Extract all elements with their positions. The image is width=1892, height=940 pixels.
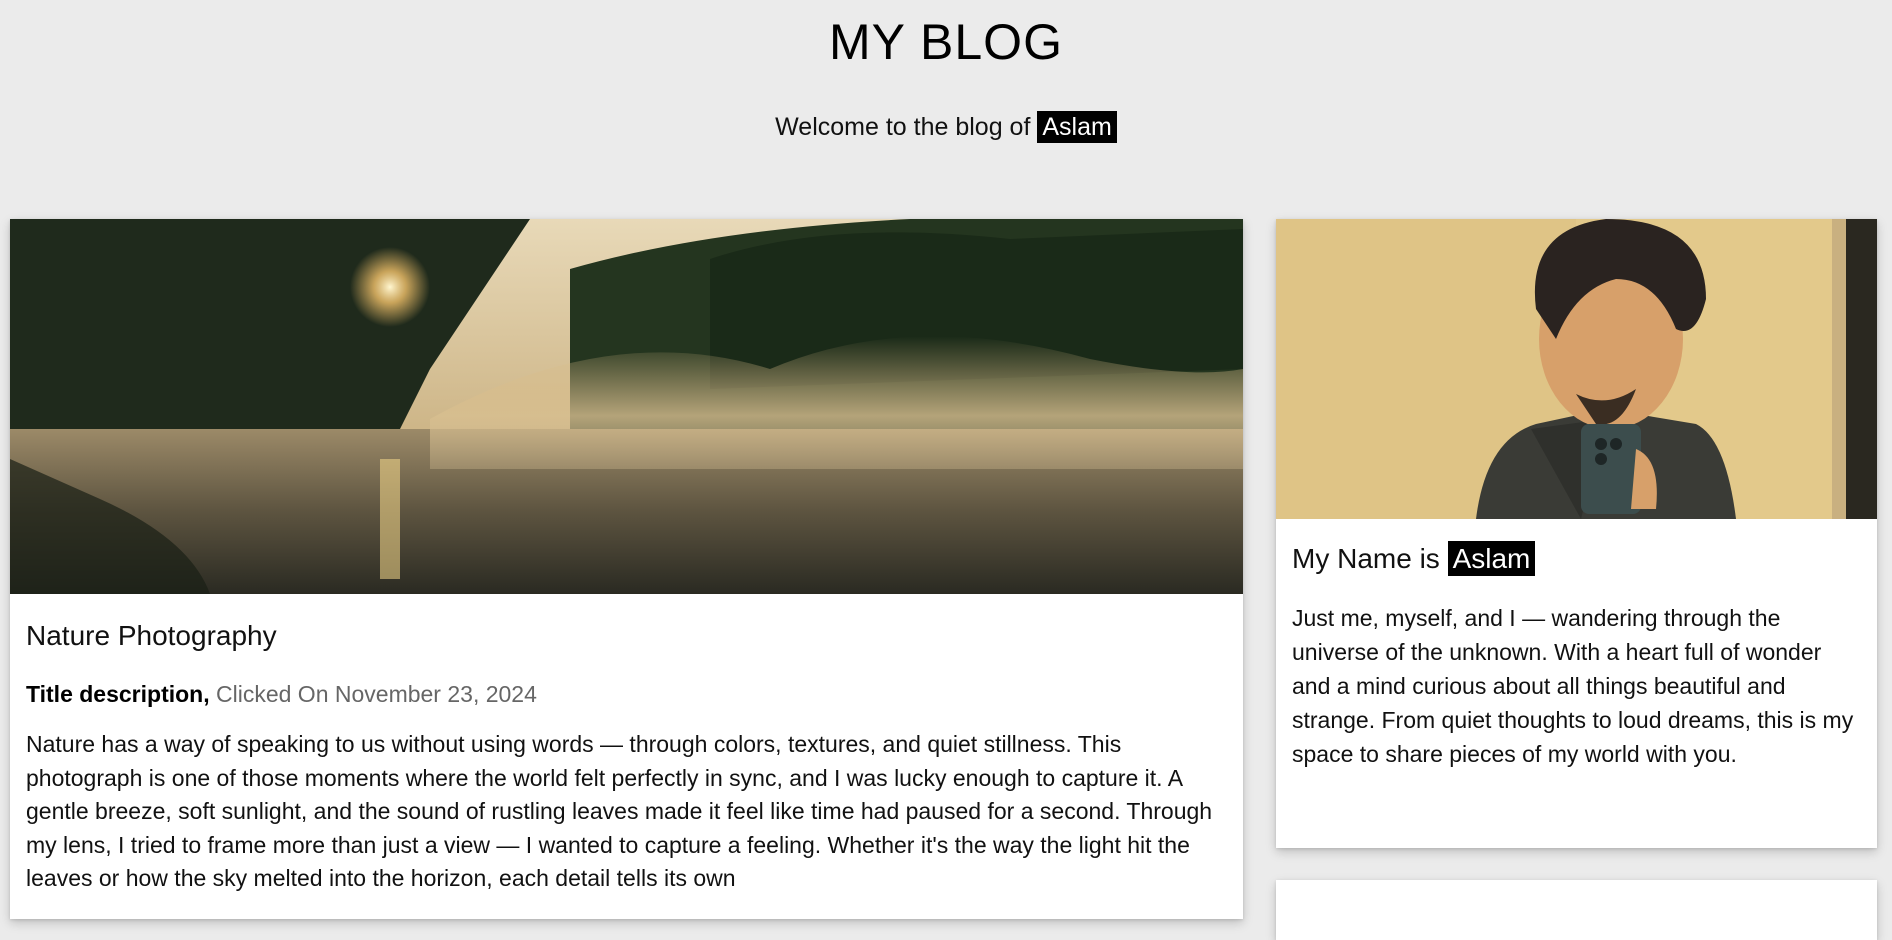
- about-card: My Name is Aslam Just me, myself, and I …: [1276, 219, 1877, 848]
- post-date: Clicked On November 23, 2024: [216, 681, 537, 707]
- about-text: Just me, myself, and I — wandering throu…: [1292, 605, 1854, 767]
- about-title-text: My Name is: [1292, 543, 1440, 574]
- post-meta-label: Title description,: [26, 681, 210, 707]
- hero-photo: [10, 219, 1243, 594]
- post-title: Nature Photography: [26, 620, 277, 651]
- about-title: My Name is Aslam: [1292, 539, 1861, 579]
- about-body: My Name is Aslam Just me, myself, and I …: [1276, 539, 1877, 771]
- author-portrait: [1276, 219, 1877, 519]
- post-body-text: Nature has a way of speaking to us witho…: [26, 731, 1213, 891]
- about-name-tag: Aslam: [1447, 541, 1536, 576]
- welcome-line: Welcome to the blog of Aslam: [0, 108, 1892, 146]
- main-post-body: Nature Photography Title description, Cl…: [10, 618, 1243, 896]
- post-meta: Title description, Clicked On November 2…: [26, 678, 1227, 710]
- blog-title: MY BLOG: [829, 14, 1063, 70]
- secondary-card: [1276, 880, 1877, 940]
- main-post-card: Nature Photography Title description, Cl…: [10, 219, 1243, 919]
- author-name-tag: Aslam: [1037, 111, 1117, 143]
- welcome-text: Welcome to the blog of: [775, 113, 1031, 141]
- blog-header: MY BLOG Welcome to the blog of Aslam: [0, 0, 1892, 146]
